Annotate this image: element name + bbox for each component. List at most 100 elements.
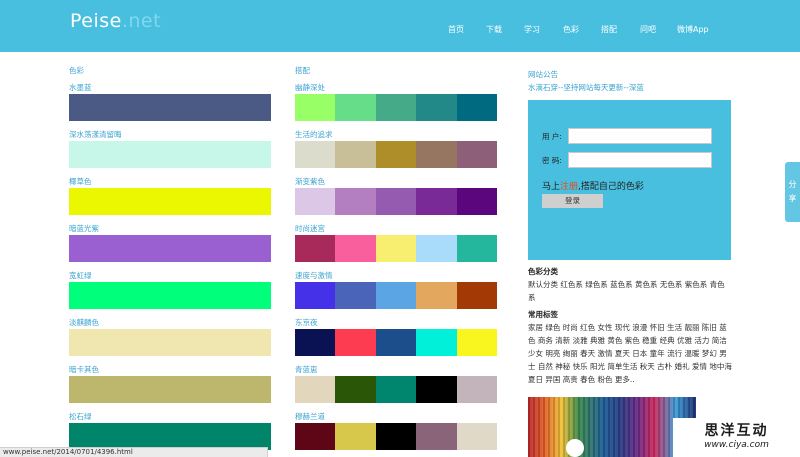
promo-banner-stripes: [528, 397, 696, 457]
tags-title: 常用标签: [528, 310, 558, 319]
notice-text[interactable]: 水滴石穿--坚持网站每天更新--深蓝: [528, 81, 733, 94]
colors-section-title: 色彩: [69, 66, 84, 75]
palette-color-chip: [295, 329, 336, 356]
palette-swatch-row[interactable]: [295, 282, 498, 309]
login-button[interactable]: 登录: [542, 194, 603, 208]
categories-list[interactable]: 默认分类 红色系 绿色系 蓝色系 黄色系 无色系 紫色系 青色系: [528, 278, 731, 304]
palette-color-chip: [375, 376, 417, 403]
palette-swatch-row[interactable]: [295, 141, 498, 168]
color-swatch[interactable]: [69, 423, 271, 450]
nav-colors[interactable]: 色彩: [563, 24, 579, 35]
username-input[interactable]: [568, 128, 712, 144]
palette-color-chip: [335, 141, 376, 168]
palette-name[interactable]: 速度与激情: [295, 270, 333, 281]
palette-swatch-row[interactable]: [295, 423, 498, 450]
palette-color-chip: [375, 188, 417, 215]
notice-title: 网站公告: [528, 70, 558, 79]
palette-color-chip: [335, 188, 376, 215]
palette-color-chip: [456, 94, 498, 121]
palette-color-chip: [375, 235, 417, 262]
color-swatch[interactable]: [69, 376, 271, 403]
color-swatch[interactable]: [69, 141, 271, 168]
color-name[interactable]: 水墨蓝: [69, 82, 92, 93]
share-tab[interactable]: 分享: [785, 162, 800, 222]
nav-weibo-app[interactable]: 微博App: [677, 24, 709, 35]
watermark-title: 思洋互动: [704, 423, 769, 439]
promo-banner[interactable]: [528, 397, 696, 457]
palette-color-chip: [295, 188, 336, 215]
register-prefix: 马上: [542, 182, 561, 192]
palettes-section-title: 搭配: [295, 66, 310, 75]
brand-name: Peise: [70, 10, 122, 32]
palette-color-chip: [375, 94, 417, 121]
color-swatch[interactable]: [69, 282, 271, 309]
palette-name[interactable]: 渐变紫色: [295, 176, 325, 187]
color-name[interactable]: 深水荡漾清留晦: [69, 129, 122, 140]
color-name[interactable]: 松石绿: [69, 411, 92, 422]
palette-color-chip: [456, 423, 498, 450]
login-panel: 用 户: 密 码: 马上注册,搭配自己的色彩 登录: [528, 100, 731, 260]
brand-suffix: .net: [121, 10, 162, 32]
palette-color-chip: [335, 94, 376, 121]
color-name[interactable]: 椰草色: [69, 176, 92, 187]
palette-name[interactable]: 时尚迷宫: [295, 223, 325, 234]
color-name[interactable]: 宽虹绿: [69, 270, 92, 281]
color-name[interactable]: 暗蓝光紫: [69, 223, 99, 234]
palette-name[interactable]: 幽静深处: [295, 82, 325, 93]
password-input[interactable]: [568, 152, 712, 168]
status-bar-url: www.peise.net/2014/0701/4396.html: [0, 447, 268, 457]
palette-swatch-row[interactable]: [295, 235, 498, 262]
palette-swatch-row[interactable]: [295, 94, 498, 121]
color-name[interactable]: 暗卡其色: [69, 364, 99, 375]
palette-color-chip: [416, 188, 457, 215]
tags-list[interactable]: 家居 绿色 时尚 红色 女性 现代 浪漫 怀旧 生活 靓丽 陈旧 蓝色 商务 清…: [528, 321, 732, 386]
register-suffix: ,搭配自己的色彩: [578, 182, 644, 192]
color-swatch[interactable]: [69, 94, 271, 121]
color-swatch[interactable]: [69, 235, 271, 262]
register-link[interactable]: 注册: [560, 182, 578, 192]
palette-color-chip: [295, 141, 336, 168]
palette-color-chip: [456, 376, 498, 403]
nav-learn[interactable]: 学习: [524, 24, 540, 35]
palette-name[interactable]: 穆赫兰道: [295, 411, 325, 422]
palette-color-chip: [416, 423, 457, 450]
palette-color-chip: [456, 282, 498, 309]
palette-color-chip: [295, 94, 336, 121]
palette-color-chip: [295, 235, 336, 262]
palette-color-chip: [416, 94, 457, 121]
nav-download[interactable]: 下载: [486, 24, 502, 35]
palette-swatch-row[interactable]: [295, 188, 498, 215]
palette-swatch-row[interactable]: [295, 376, 498, 403]
palette-color-chip: [295, 423, 336, 450]
palette-color-chip: [295, 282, 336, 309]
palette-swatch-row[interactable]: [295, 329, 498, 356]
palette-color-chip: [416, 329, 457, 356]
nav-home[interactable]: 首页: [448, 24, 464, 35]
color-name[interactable]: 淡麒麟色: [69, 317, 99, 328]
nav-palettes[interactable]: 搭配: [601, 24, 617, 35]
palette-color-chip: [295, 376, 336, 403]
palette-color-chip: [416, 376, 457, 403]
categories-title: 色彩分类: [528, 267, 558, 276]
palette-color-chip: [416, 282, 457, 309]
palette-name[interactable]: 生活的追求: [295, 129, 333, 140]
header: Peise.net 首页 下载 学习 色彩 搭配 问吧 微博App: [0, 0, 800, 52]
palette-color-chip: [456, 141, 498, 168]
palette-name[interactable]: 青蓝崽: [295, 364, 318, 375]
palette-color-chip: [416, 235, 457, 262]
palette-color-chip: [375, 329, 417, 356]
colors-column: 色彩: [69, 66, 274, 76]
palette-color-chip: [335, 423, 376, 450]
register-prompt: 马上注册,搭配自己的色彩: [542, 179, 644, 192]
palette-color-chip: [335, 376, 376, 403]
palette-name[interactable]: 东京夜: [295, 317, 318, 328]
palette-color-chip: [416, 141, 457, 168]
site-logo[interactable]: Peise.net: [70, 10, 161, 32]
color-swatch[interactable]: [69, 329, 271, 356]
palette-color-chip: [375, 282, 417, 309]
palette-color-chip: [335, 329, 376, 356]
watermark-url: www.ciya.com: [704, 440, 769, 450]
color-swatch[interactable]: [69, 188, 271, 215]
nav-ask[interactable]: 问吧: [640, 24, 656, 35]
palette-color-chip: [375, 141, 417, 168]
